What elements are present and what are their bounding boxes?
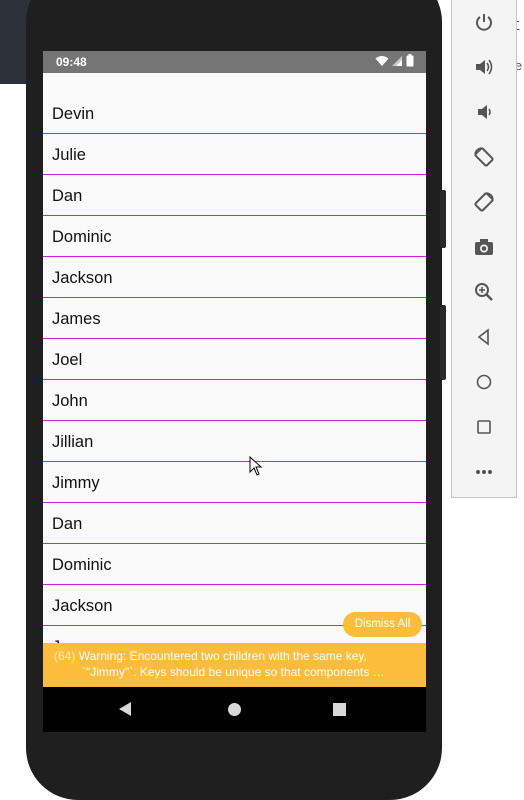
dismiss-all-button[interactable]: Dismiss All (343, 612, 422, 637)
list-item[interactable]: John (43, 381, 426, 421)
status-bar: 09:48 (43, 51, 426, 73)
list-item-label: Jimmy (52, 474, 100, 492)
list-item[interactable]: Dan (43, 504, 426, 544)
more-icon (476, 470, 492, 474)
list-item-label: John (52, 392, 88, 410)
list-item-label: Dan (52, 515, 83, 533)
rotate-left-icon (474, 147, 494, 167)
camera-icon (475, 239, 493, 255)
navigation-bar (43, 687, 426, 732)
list-item[interactable]: Julie (43, 135, 426, 175)
rotate-left-button[interactable] (452, 137, 516, 177)
warning-line-1: (64) Warning: Encountered two children w… (54, 649, 367, 663)
list-item[interactable]: Jillian (43, 422, 426, 462)
recents-icon[interactable] (333, 703, 346, 716)
mouse-cursor-icon (249, 456, 263, 476)
power-icon (476, 14, 492, 31)
home-icon (476, 374, 492, 390)
back-button[interactable] (452, 317, 516, 357)
battery-icon (406, 54, 414, 67)
rotate-right-button[interactable] (452, 182, 516, 222)
volume-down-button[interactable] (452, 92, 516, 132)
list-item[interactable]: Dan (43, 176, 426, 216)
power-button[interactable] (452, 2, 516, 42)
list-item-label: Dominic (52, 228, 112, 246)
phone-power-button (440, 305, 446, 380)
phone-screen: 09:48 Devin Julie Dan Dominic Jackson Ja… (43, 51, 426, 732)
list-item[interactable]: Joel (43, 340, 426, 380)
warning-message: Warning: Encountered two children with t… (78, 649, 367, 663)
volume-up-icon (476, 59, 493, 75)
warning-banner[interactable]: (64) Warning: Encountered two children w… (43, 643, 426, 687)
list-item-label: Dan (52, 187, 83, 205)
rotate-right-icon (474, 192, 494, 212)
list-item-label: Devin (52, 105, 95, 123)
list-item[interactable]: Devin (43, 94, 426, 134)
phone-volume-button (440, 190, 446, 248)
list-item-label: Julie (52, 146, 86, 164)
list-item-label: Joel (52, 351, 83, 369)
list-item[interactable]: Jackson (43, 258, 426, 298)
zoom-icon (475, 283, 493, 301)
list-item[interactable]: Dominic (43, 217, 426, 257)
list-item[interactable]: James (43, 299, 426, 339)
wifi-icon (375, 55, 389, 66)
overview-icon (477, 420, 491, 434)
overview-button[interactable] (452, 407, 516, 447)
list-item-label: Jackson (52, 269, 113, 287)
volume-up-button[interactable] (452, 47, 516, 87)
screenshot-button[interactable] (452, 227, 516, 267)
back-icon[interactable] (119, 702, 131, 716)
warning-count: (64) (54, 649, 76, 663)
list-item-label: Jackson (52, 597, 113, 615)
list-item-label: James (52, 310, 101, 328)
list-item-label: Jillian (52, 433, 94, 451)
home-button[interactable] (452, 362, 516, 402)
home-icon[interactable] (228, 703, 241, 716)
volume-down-icon (478, 105, 491, 119)
warning-line-2: `"Jimmy"`. Keys should be unique so that… (82, 665, 385, 679)
emulator-toolbar (451, 0, 517, 498)
list-item-label: Dominic (52, 556, 112, 574)
zoom-button[interactable] (452, 272, 516, 312)
list-item[interactable]: Dominic (43, 545, 426, 585)
back-icon (477, 328, 489, 346)
more-button[interactable] (452, 452, 516, 492)
status-time: 09:48 (56, 55, 87, 69)
list-item[interactable]: Jimmy (43, 463, 426, 503)
signal-icon (392, 55, 402, 66)
